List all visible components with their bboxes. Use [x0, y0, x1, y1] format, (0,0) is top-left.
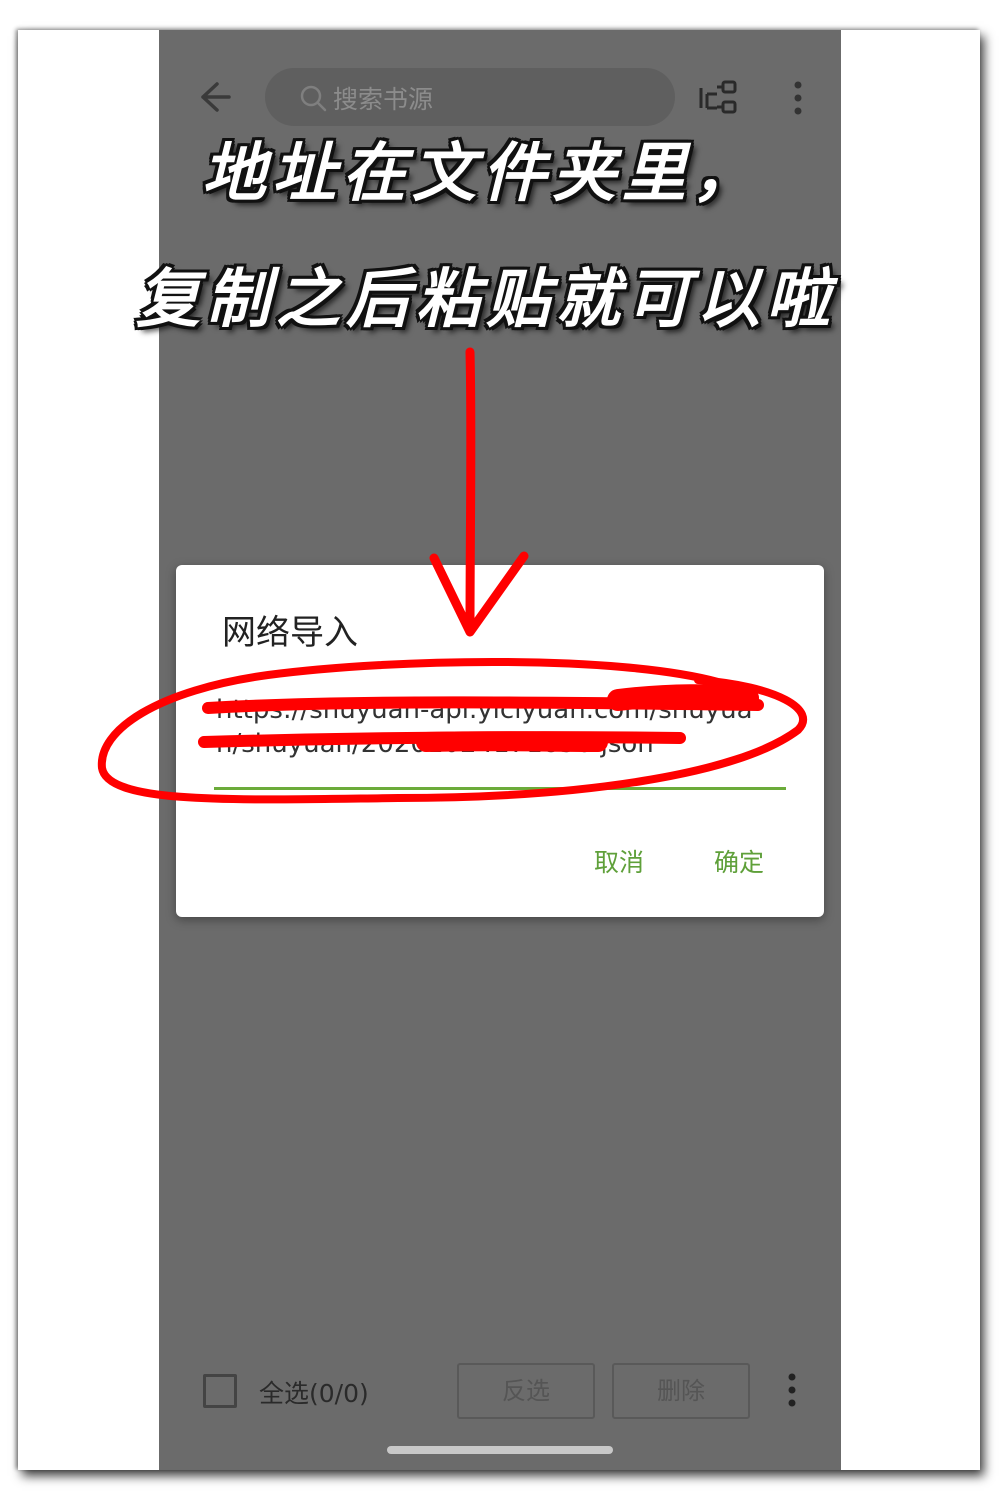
search-placeholder: 搜索书源: [333, 85, 434, 114]
confirm-button[interactable]: 确定: [714, 843, 764, 879]
phone-screen: 搜索书源 网络导入 https://shuyuan-api.yiciyuan.c…: [159, 30, 841, 1470]
screenshot-frame: 搜索书源 网络导入 https://shuyuan-api.yiciyuan.c…: [18, 30, 980, 1470]
cancel-button[interactable]: 取消: [594, 843, 644, 879]
scan-icon[interactable]: [699, 80, 739, 116]
select-all-label: 全选(0/0): [259, 1379, 369, 1408]
url-input-value: https://shuyuan-api.yiciyuan.com/shuyuan…: [216, 695, 753, 759]
dialog-title: 网络导入: [222, 613, 358, 653]
annotation-caption-line-2: 复制之后粘贴就可以啦: [136, 262, 836, 337]
network-import-dialog: 网络导入 https://shuyuan-api.yiciyuan.com/sh…: [176, 565, 824, 917]
annotation-caption-line-1: 地址在文件夹里，: [202, 136, 762, 211]
search-input[interactable]: 搜索书源: [265, 68, 675, 126]
select-all-checkbox[interactable]: [203, 1374, 237, 1408]
invert-selection-button[interactable]: 反选: [457, 1363, 595, 1419]
bottom-more-options-icon[interactable]: [783, 1372, 801, 1408]
search-icon: [300, 85, 327, 112]
url-input[interactable]: https://shuyuan-api.yiciyuan.com/shuyuan…: [214, 687, 786, 790]
back-arrow-icon[interactable]: [195, 78, 233, 116]
home-indicator[interactable]: [387, 1446, 613, 1454]
more-options-icon[interactable]: [789, 80, 807, 116]
delete-button[interactable]: 删除: [612, 1363, 750, 1419]
